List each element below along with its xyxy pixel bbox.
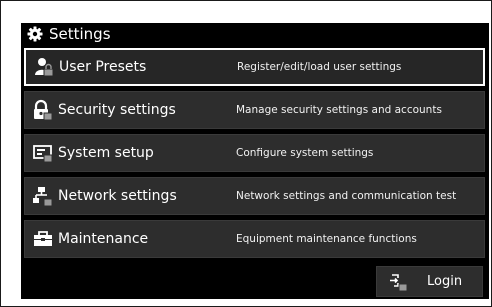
menu-item-network-settings[interactable]: Network settings Network settings and co… [24, 177, 485, 215]
login-button[interactable]: Login [376, 266, 483, 297]
menu-item-description: Register/edit/load user settings [237, 61, 402, 73]
gear-icon [27, 26, 43, 42]
menu-item-label: User Presets [59, 59, 147, 75]
menu-item-user-presets[interactable]: User Presets Register/edit/load user set… [24, 48, 485, 86]
menu-item-description: Manage security settings and accounts [236, 104, 442, 116]
login-lock-icon [389, 272, 409, 292]
menu-item-label: System setup [58, 145, 154, 161]
menu-item-system-setup[interactable]: System setup Configure system settings [24, 134, 485, 172]
menu-item-description: Configure system settings [236, 147, 374, 159]
menu-item-description: Equipment maintenance functions [236, 233, 417, 245]
window-frame: Settings User Presets Register/edit/load… [0, 0, 492, 307]
toolbox-icon [32, 228, 54, 250]
network-icon [32, 185, 54, 207]
settings-panel: Settings User Presets Register/edit/load… [21, 23, 489, 299]
menu-item-security-settings[interactable]: Security settings Manage security settin… [24, 91, 485, 129]
menu-item-label: Network settings [58, 188, 177, 204]
menu-item-label: Maintenance [58, 231, 149, 247]
padlock-icon [32, 99, 54, 121]
system-screen-icon [32, 142, 54, 164]
title-bar: Settings [21, 23, 489, 45]
login-label: Login [427, 274, 463, 289]
menu-item-maintenance[interactable]: Maintenance Equipment maintenance functi… [24, 220, 485, 258]
user-lock-icon [33, 56, 55, 78]
page-title: Settings [49, 25, 111, 43]
menu-item-label: Security settings [58, 102, 176, 118]
menu-item-description: Network settings and communication test [236, 190, 457, 202]
